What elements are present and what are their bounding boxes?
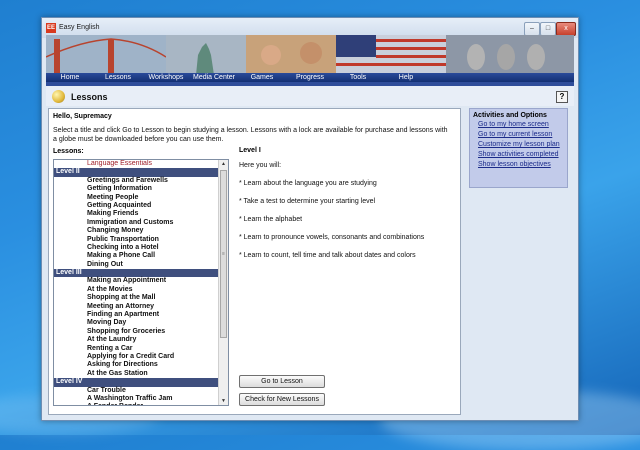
nav-progress[interactable]: Progress (286, 73, 334, 82)
list-scrollbar[interactable]: ▲ ≡ ▼ (218, 160, 228, 405)
list-item[interactable]: Language Essentials (54, 160, 218, 168)
list-item[interactable]: Dining Out (54, 261, 218, 269)
list-item[interactable]: Immigration and Customs (54, 219, 218, 227)
list-level-header[interactable]: Level III (54, 269, 218, 278)
list-item[interactable]: Checking into a Hotel (54, 244, 218, 252)
list-item[interactable]: A Washington Traffic Jam (54, 395, 218, 403)
nav-games[interactable]: Games (238, 73, 286, 82)
level-title: Level I (239, 147, 261, 154)
activities-options-panel: Activities and Options Go to my home scr… (469, 108, 568, 188)
list-item[interactable]: Making a Phone Call (54, 252, 218, 260)
greeting: Hello, Supremacy (53, 113, 112, 120)
list-item[interactable]: Making an Appointment (54, 277, 218, 285)
list-item[interactable]: Car Trouble (54, 387, 218, 395)
list-item[interactable]: Renting a Car (54, 345, 218, 353)
nav-tools[interactable]: Tools (334, 73, 382, 82)
nav-home[interactable]: Home (46, 73, 94, 82)
nav-help[interactable]: Help (382, 73, 430, 82)
lessons-globe-icon (52, 90, 65, 103)
list-item[interactable]: Asking for Directions (54, 361, 218, 369)
list-item[interactable]: Getting Acquainted (54, 202, 218, 210)
list-item[interactable]: Meeting an Attorney (54, 303, 218, 311)
list-item[interactable]: At the Movies (54, 286, 218, 294)
lessons-list: Language Essentials Level II Greetings and… (54, 160, 218, 405)
grip-icon: ≡ (222, 251, 225, 257)
detail-line: * Learn the alphabet (239, 216, 303, 223)
minimize-button[interactable]: – (524, 22, 540, 36)
list-level-header[interactable]: Level II (54, 168, 218, 177)
app-icon: EE (46, 23, 56, 33)
detail-line: * Learn about the language you are study… (239, 180, 377, 187)
page-title: Lessons (71, 92, 108, 102)
list-item[interactable]: Making Friends (54, 210, 218, 218)
detail-line: * Learn to pronounce vowels, consonants … (239, 234, 425, 241)
lessons-panel: Hello, Supremacy Select a title and clic… (48, 108, 461, 415)
list-item[interactable]: Shopping for Groceries (54, 328, 218, 336)
list-item[interactable]: Public Transportation (54, 236, 218, 244)
lessons-listbox[interactable]: Language Essentials Level II Greetings and… (53, 159, 229, 406)
list-level-header[interactable]: Level IV (54, 378, 218, 387)
detail-line: * Learn to count, tell time and talk abo… (239, 252, 416, 259)
nav-workshops[interactable]: Workshops (142, 73, 190, 82)
list-item[interactable]: At the Laundry (54, 336, 218, 344)
list-item[interactable]: Shopping at the Mall (54, 294, 218, 302)
activities-title: Activities and Options (473, 112, 547, 119)
list-item[interactable]: Finding an Apartment (54, 311, 218, 319)
list-item[interactable]: Meeting People (54, 194, 218, 202)
list-item[interactable]: At the Gas Station (54, 370, 218, 378)
link-home-screen[interactable]: Go to my home screen (478, 121, 549, 128)
scroll-up-arrow-icon[interactable]: ▲ (219, 160, 228, 168)
go-to-lesson-button[interactable]: Go to Lesson (239, 375, 325, 388)
check-new-lessons-button[interactable]: Check for New Lessons (239, 393, 325, 406)
scroll-thumb[interactable]: ≡ (220, 170, 227, 338)
close-button[interactable]: x (556, 22, 576, 36)
scroll-down-arrow-icon[interactable]: ▼ (219, 397, 228, 405)
list-item[interactable]: Getting Information (54, 185, 218, 193)
main-nav: Home Lessons Workshops Media Center Game… (46, 73, 574, 82)
window-title: Easy English (59, 24, 100, 31)
instructions-text: Select a title and click Go to Lesson to… (53, 127, 448, 143)
app-window: EE Easy English – □ x Home Lessons Works… (41, 17, 579, 421)
list-item[interactable]: A Fender Bender (54, 403, 218, 405)
detail-line: * Take a test to determine your starting… (239, 198, 376, 205)
page-header: Lessons ? (46, 86, 574, 106)
link-lesson-objectives[interactable]: Show lesson objectives (478, 161, 551, 168)
help-button[interactable]: ? (556, 91, 568, 103)
list-item[interactable]: Applying for a Credit Card (54, 353, 218, 361)
nav-lessons[interactable]: Lessons (94, 73, 142, 82)
detail-intro: Here you will: (239, 162, 282, 169)
nav-media-center[interactable]: Media Center (190, 73, 238, 82)
link-activities-completed[interactable]: Show activities completed (478, 151, 559, 158)
list-item[interactable]: Greetings and Farewells (54, 177, 218, 185)
maximize-button[interactable]: □ (540, 22, 556, 36)
list-item[interactable]: Changing Money (54, 227, 218, 235)
lessons-label: Lessons: (53, 148, 84, 155)
list-item[interactable]: Moving Day (54, 319, 218, 327)
link-current-lesson[interactable]: Go to my current lesson (478, 131, 552, 138)
link-customize-plan[interactable]: Customize my lesson plan (478, 141, 560, 148)
